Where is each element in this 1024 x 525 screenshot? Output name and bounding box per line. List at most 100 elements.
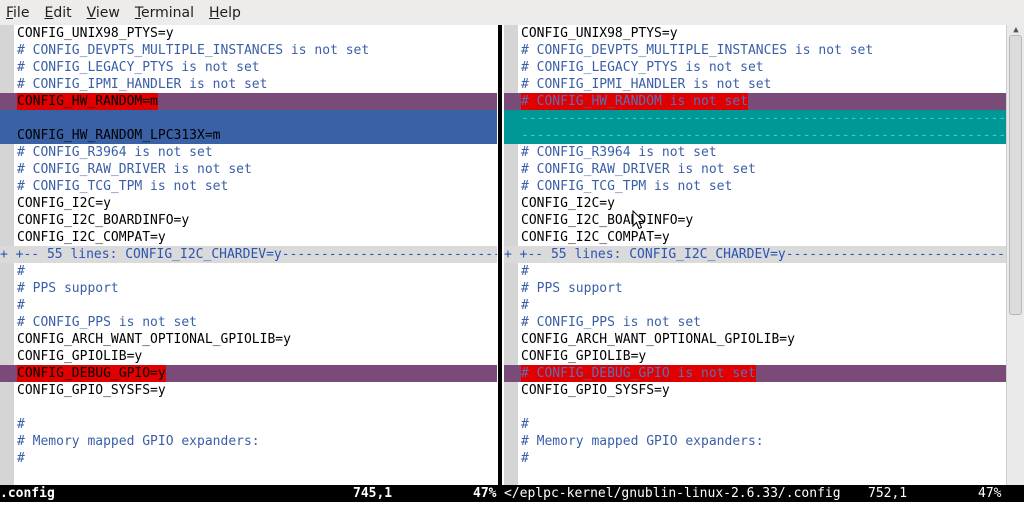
fold-line[interactable]: + +-- 55 lines: CONFIG_I2C_CHARDEV=y----… [504, 246, 1006, 263]
code-line-text: # CONFIG_R3964 is not set [17, 145, 213, 160]
code-line-text: CONFIG_HW_RANDOM=m [17, 93, 158, 110]
status-filename-right: </eplpc-kernel/gnublin-linux-2.6.33/.con… [504, 486, 841, 501]
code-line[interactable]: # [504, 297, 1006, 314]
code-line[interactable]: # CONFIG_TCG_TPM is not set [504, 178, 1006, 195]
code-line-text: CONFIG_ARCH_WANT_OPTIONAL_GPIOLIB=y [521, 332, 795, 347]
code-line-text: # CONFIG_LEGACY_PTYS is not set [521, 60, 764, 75]
status-percent-left: 47% [473, 486, 497, 501]
code-line[interactable]: # CONFIG_LEGACY_PTYS is not set [0, 59, 497, 76]
code-line-text: CONFIG_GPIOLIB=y [17, 349, 143, 364]
code-line[interactable]: CONFIG_GPIOLIB=y [0, 348, 497, 365]
menu-label-rest: elp [219, 4, 241, 21]
code-line[interactable]: # [504, 416, 1006, 433]
divider-bar [498, 25, 502, 485]
code-line[interactable]: # CONFIG_IPMI_HANDLER is not set [0, 76, 497, 93]
code-line[interactable] [0, 399, 497, 416]
code-line[interactable]: # PPS support [504, 280, 1006, 297]
code-line[interactable]: # CONFIG_RAW_DRIVER is not set [0, 161, 497, 178]
code-line-text: CONFIG_UNIX98_PTYS=y [17, 26, 174, 41]
code-line[interactable]: # [504, 450, 1006, 467]
code-line-text: # CONFIG_RAW_DRIVER is not set [17, 162, 252, 177]
code-line[interactable]: CONFIG_ARCH_WANT_OPTIONAL_GPIOLIB=y [0, 331, 497, 348]
menu-accelerator: E [44, 4, 54, 21]
code-line[interactable]: # CONFIG_RAW_DRIVER is not set [504, 161, 1006, 178]
code-line-text: # [521, 417, 529, 432]
diff-changed-line[interactable]: # CONFIG_DEBUG_GPIO is not set [504, 365, 1006, 382]
code-line[interactable]: # Memory mapped GPIO expanders: [504, 433, 1006, 450]
menu-item-view[interactable]: View [87, 5, 120, 21]
code-line[interactable]: CONFIG_I2C_COMPAT=y [0, 229, 497, 246]
vertical-split-divider[interactable] [497, 25, 504, 485]
scrollbar-thumb[interactable] [1009, 35, 1022, 315]
code-line[interactable]: CONFIG_GPIO_SYSFS=y [504, 382, 1006, 399]
code-line-text: CONFIG_GPIO_SYSFS=y [521, 383, 670, 398]
code-line[interactable]: # [0, 450, 497, 467]
mouse-cursor-icon [632, 210, 646, 230]
code-line[interactable]: # PPS support [0, 280, 497, 297]
code-line-text: # CONFIG_IPMI_HANDLER is not set [17, 77, 268, 92]
code-line[interactable]: # CONFIG_LEGACY_PTYS is not set [504, 59, 1006, 76]
code-line[interactable]: # Memory mapped GPIO expanders: [0, 433, 497, 450]
menu-item-terminal[interactable]: Terminal [135, 5, 194, 21]
code-line[interactable]: CONFIG_GPIOLIB=y [504, 348, 1006, 365]
code-line-text: + +-- 55 lines: CONFIG_I2C_CHARDEV=y----… [0, 247, 497, 262]
code-line[interactable]: # CONFIG_R3964 is not set [0, 144, 497, 161]
code-line[interactable]: CONFIG_I2C_COMPAT=y [504, 229, 1006, 246]
code-line[interactable]: # [0, 416, 497, 433]
menu-item-edit[interactable]: Edit [44, 5, 71, 21]
code-line-text: CONFIG_I2C_BOARDINFO=y [521, 213, 694, 228]
menu-item-help[interactable]: Help [209, 5, 241, 21]
diff-changed-line[interactable]: CONFIG_HW_RANDOM=m [0, 93, 497, 110]
menu-item-file[interactable]: File [6, 5, 29, 21]
menu-label-rest: erminal [141, 4, 194, 21]
code-line[interactable]: CONFIG_I2C=y [504, 195, 1006, 212]
diff-changed-line[interactable]: CONFIG_DEBUG_GPIO=y [0, 365, 497, 382]
code-line[interactable]: # CONFIG_PPS is not set [0, 314, 497, 331]
code-line[interactable]: # CONFIG_PPS is not set [504, 314, 1006, 331]
code-line-text: + +-- 55 lines: CONFIG_I2C_CHARDEV=y----… [504, 247, 1006, 262]
code-line[interactable]: CONFIG_I2C_BOARDINFO=y [0, 212, 497, 229]
diff-changed-line[interactable]: # CONFIG_HW_RANDOM is not set [504, 93, 1006, 110]
code-line[interactable]: # [0, 263, 497, 280]
code-line[interactable]: # [0, 297, 497, 314]
code-line-text: CONFIG_GPIOLIB=y [521, 349, 647, 364]
code-line-text: # Memory mapped GPIO expanders: [521, 434, 764, 449]
menu-accelerator: H [209, 4, 220, 21]
code-line[interactable]: # CONFIG_R3964 is not set [504, 144, 1006, 161]
status-filename-left: .config [0, 486, 55, 501]
diff-added-line[interactable] [0, 110, 497, 127]
menu-accelerator: F [6, 4, 14, 21]
code-line[interactable]: # CONFIG_DEVPTS_MULTIPLE_INSTANCES is no… [504, 42, 1006, 59]
code-line-text: CONFIG_HW_RANDOM_LPC313X=m [17, 128, 221, 143]
code-line-text: # CONFIG_TCG_TPM is not set [521, 179, 733, 194]
diff-added-line[interactable]: CONFIG_HW_RANDOM_LPC313X=m [0, 127, 497, 144]
code-line-text: # [17, 264, 25, 279]
diff-filler-line[interactable]: ----------------------------------------… [504, 110, 1006, 127]
code-line[interactable]: CONFIG_GPIO_SYSFS=y [0, 382, 497, 399]
fold-line[interactable]: + +-- 55 lines: CONFIG_I2C_CHARDEV=y----… [0, 246, 497, 263]
code-line[interactable]: CONFIG_UNIX98_PTYS=y [504, 25, 1006, 42]
vertical-scrollbar[interactable]: ▲ [1006, 25, 1024, 485]
status-position-left: 745,1 [353, 486, 393, 501]
code-line[interactable]: CONFIG_I2C=y [0, 195, 497, 212]
code-line-text: # CONFIG_HW_RANDOM is not set [521, 93, 748, 110]
scroll-up-arrow-icon[interactable]: ▲ [1010, 25, 1022, 35]
code-line[interactable]: CONFIG_UNIX98_PTYS=y [0, 25, 497, 42]
code-line[interactable]: # [504, 263, 1006, 280]
code-line[interactable]: # CONFIG_DEVPTS_MULTIPLE_INSTANCES is no… [0, 42, 497, 59]
code-line[interactable]: CONFIG_I2C_BOARDINFO=y [504, 212, 1006, 229]
code-line-text: # CONFIG_IPMI_HANDLER is not set [521, 77, 772, 92]
diff-pane-left[interactable]: CONFIG_UNIX98_PTYS=y # CONFIG_DEVPTS_MULT… [0, 25, 497, 485]
menu-label-rest: iew [95, 4, 120, 21]
code-line-text: # CONFIG_LEGACY_PTYS is not set [17, 60, 260, 75]
code-line[interactable] [504, 399, 1006, 416]
code-line[interactable]: CONFIG_ARCH_WANT_OPTIONAL_GPIOLIB=y [504, 331, 1006, 348]
diff-filler-line[interactable]: ----------------------------------------… [504, 127, 1006, 144]
code-line[interactable]: # CONFIG_TCG_TPM is not set [0, 178, 497, 195]
code-line-text: CONFIG_I2C_COMPAT=y [17, 230, 166, 245]
code-line-text: # Memory mapped GPIO expanders: [17, 434, 260, 449]
status-position-right: 752,1 [868, 486, 908, 501]
diff-pane-right[interactable]: CONFIG_UNIX98_PTYS=y # CONFIG_DEVPTS_MULT… [504, 25, 1006, 485]
code-line-text: CONFIG_UNIX98_PTYS=y [521, 26, 678, 41]
code-line[interactable]: # CONFIG_IPMI_HANDLER is not set [504, 76, 1006, 93]
